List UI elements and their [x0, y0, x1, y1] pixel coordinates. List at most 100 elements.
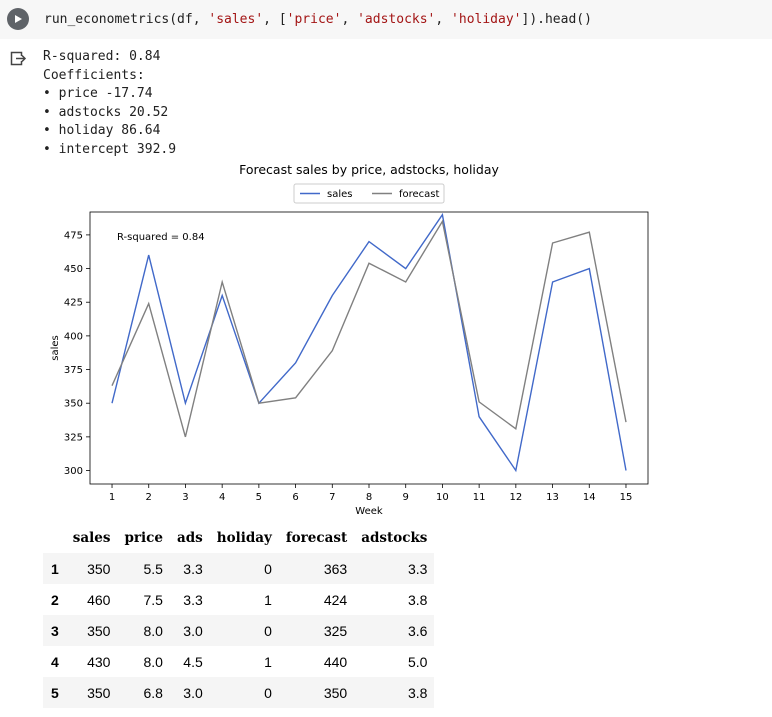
row-index: 4	[51, 653, 59, 670]
table-row: 1 350 5.5 3.3 0 363 3.3	[43, 553, 435, 584]
table-cell: 424	[323, 591, 348, 608]
column-header: sales	[72, 529, 111, 546]
table-cell: 3.0	[183, 622, 203, 639]
column-header: forecast	[285, 529, 348, 546]
table-cell: 1	[264, 653, 272, 670]
y-axis-ticks: 300 325 350 375 400 425 450 475	[64, 230, 90, 477]
x-tick-label: 14	[583, 492, 596, 503]
table-cell: 5.0	[407, 653, 428, 670]
table-row: 5 350 6.8 3.0 0 350 3.8	[43, 677, 435, 708]
row-index: 5	[51, 684, 59, 701]
column-header: holiday	[216, 529, 272, 546]
code-cell-input[interactable]: run_econometrics(df, 'sales', ['price', …	[0, 0, 772, 39]
plot-area	[89, 211, 649, 485]
x-tick-label: 9	[403, 492, 409, 503]
output-line: • holiday 86.64	[43, 123, 161, 138]
table-cell: 0	[264, 684, 272, 701]
x-tick-label: 13	[546, 492, 559, 503]
chart-legend: sales forecast	[293, 183, 445, 204]
y-tick-label: 475	[64, 230, 83, 241]
legend-label-forecast: forecast	[399, 189, 440, 200]
code-string: 'sales'	[208, 12, 264, 27]
y-tick-label: 375	[64, 365, 83, 376]
table-row: 4 430 8.0 4.5 1 440 5.0	[43, 646, 434, 677]
stdout-output: R-squared: 0.84 Coefficients: • price -17.…	[43, 48, 176, 159]
x-tick-label: 8	[366, 492, 372, 503]
x-tick-label: 15	[620, 492, 633, 503]
column-header: price	[124, 529, 163, 546]
y-axis-label: sales	[50, 335, 61, 360]
forecast-chart: Forecast sales by price, adstocks, holid…	[50, 162, 649, 517]
chart-annotation: R-squared = 0.84	[117, 232, 205, 243]
y-tick-label: 425	[64, 298, 83, 309]
code-token: ]).head()	[521, 12, 592, 27]
table-cell: 440	[323, 653, 348, 670]
table-cell: 0	[264, 560, 272, 577]
index-header	[43, 522, 66, 553]
row-index: 2	[51, 591, 59, 608]
x-tick-label: 12	[509, 492, 522, 503]
row-index: 3	[51, 622, 59, 639]
output-line: Coefficients:	[43, 67, 145, 83]
table-cell: 3.8	[407, 684, 428, 701]
output-line: • intercept 392.9	[43, 141, 177, 157]
code-token: (df,	[169, 12, 209, 27]
table-cell: 6.8	[143, 684, 163, 701]
x-tick-label: 3	[182, 492, 188, 503]
column-header: adstocks	[361, 529, 428, 546]
code-string: 'adstocks'	[357, 12, 436, 27]
x-tick-label: 1	[109, 492, 115, 503]
table-row: 3 350 8.0 3.0 0 325 3.6	[43, 615, 435, 646]
table-cell: 0	[264, 622, 272, 639]
x-tick-label: 11	[473, 492, 486, 503]
code-token: ,	[341, 12, 358, 27]
table-cell: 7.5	[143, 591, 163, 608]
y-tick-label: 325	[64, 432, 83, 443]
table-cell: 5.5	[143, 560, 163, 577]
table-cell: 430	[87, 653, 111, 670]
column-header: ads	[176, 529, 203, 546]
x-tick-label: 6	[292, 492, 298, 503]
table-cell: 3.8	[407, 591, 428, 608]
code-token: , [	[263, 12, 287, 27]
table-cell: 460	[87, 591, 111, 608]
row-index: 1	[51, 560, 59, 577]
legend-label-sales: sales	[327, 189, 352, 200]
table-cell: 4.5	[183, 653, 203, 670]
code-string: 'holiday'	[451, 12, 522, 27]
x-tick-label: 5	[256, 492, 262, 503]
output-line: • adstocks 20.52	[43, 104, 169, 120]
table-cell: 1	[264, 591, 272, 608]
table-cell: 325	[323, 622, 348, 639]
x-tick-label: 7	[329, 492, 335, 503]
table-header-row: sales price ads holiday forecast adstock…	[43, 522, 434, 553]
chart-title: Forecast sales by price, adstocks, holid…	[239, 162, 499, 177]
table-cell: 3.6	[407, 622, 428, 639]
table-cell: 8.0	[143, 622, 163, 639]
play-icon	[15, 15, 22, 23]
y-tick-label: 300	[64, 466, 83, 477]
x-tick-label: 4	[219, 492, 225, 503]
table-cell: 350	[87, 622, 111, 639]
table-cell: 3.3	[407, 560, 428, 577]
table-cell: 8.0	[143, 653, 163, 670]
output-line: • price -17.74	[43, 86, 153, 101]
dataframe-table: sales price ads holiday forecast adstock…	[43, 522, 435, 708]
run-cell-button[interactable]	[7, 8, 29, 30]
output-line: R-squared: 0.84	[43, 49, 161, 64]
table-cell: 3.0	[183, 684, 203, 701]
code-line[interactable]: run_econometrics(df, 'sales', ['price', …	[44, 12, 592, 27]
x-axis-label: Week	[355, 506, 383, 517]
output-redirect-icon[interactable]	[10, 51, 28, 67]
table-cell: 350	[87, 684, 111, 701]
code-function: run_econometrics	[44, 12, 170, 27]
x-axis-ticks: 1 2 3 4 5 6 7 8 9 10 11 12 13 14 15	[109, 484, 633, 503]
x-tick-label: 2	[146, 492, 152, 503]
table-cell: 350	[87, 560, 111, 577]
y-tick-label: 450	[64, 264, 83, 275]
table-cell: 350	[323, 684, 348, 701]
table-row: 2 460 7.5 3.3 1 424 3.8	[43, 584, 434, 615]
table-cell: 3.3	[183, 560, 203, 577]
code-string: 'price'	[286, 12, 342, 27]
y-tick-label: 400	[64, 331, 83, 342]
